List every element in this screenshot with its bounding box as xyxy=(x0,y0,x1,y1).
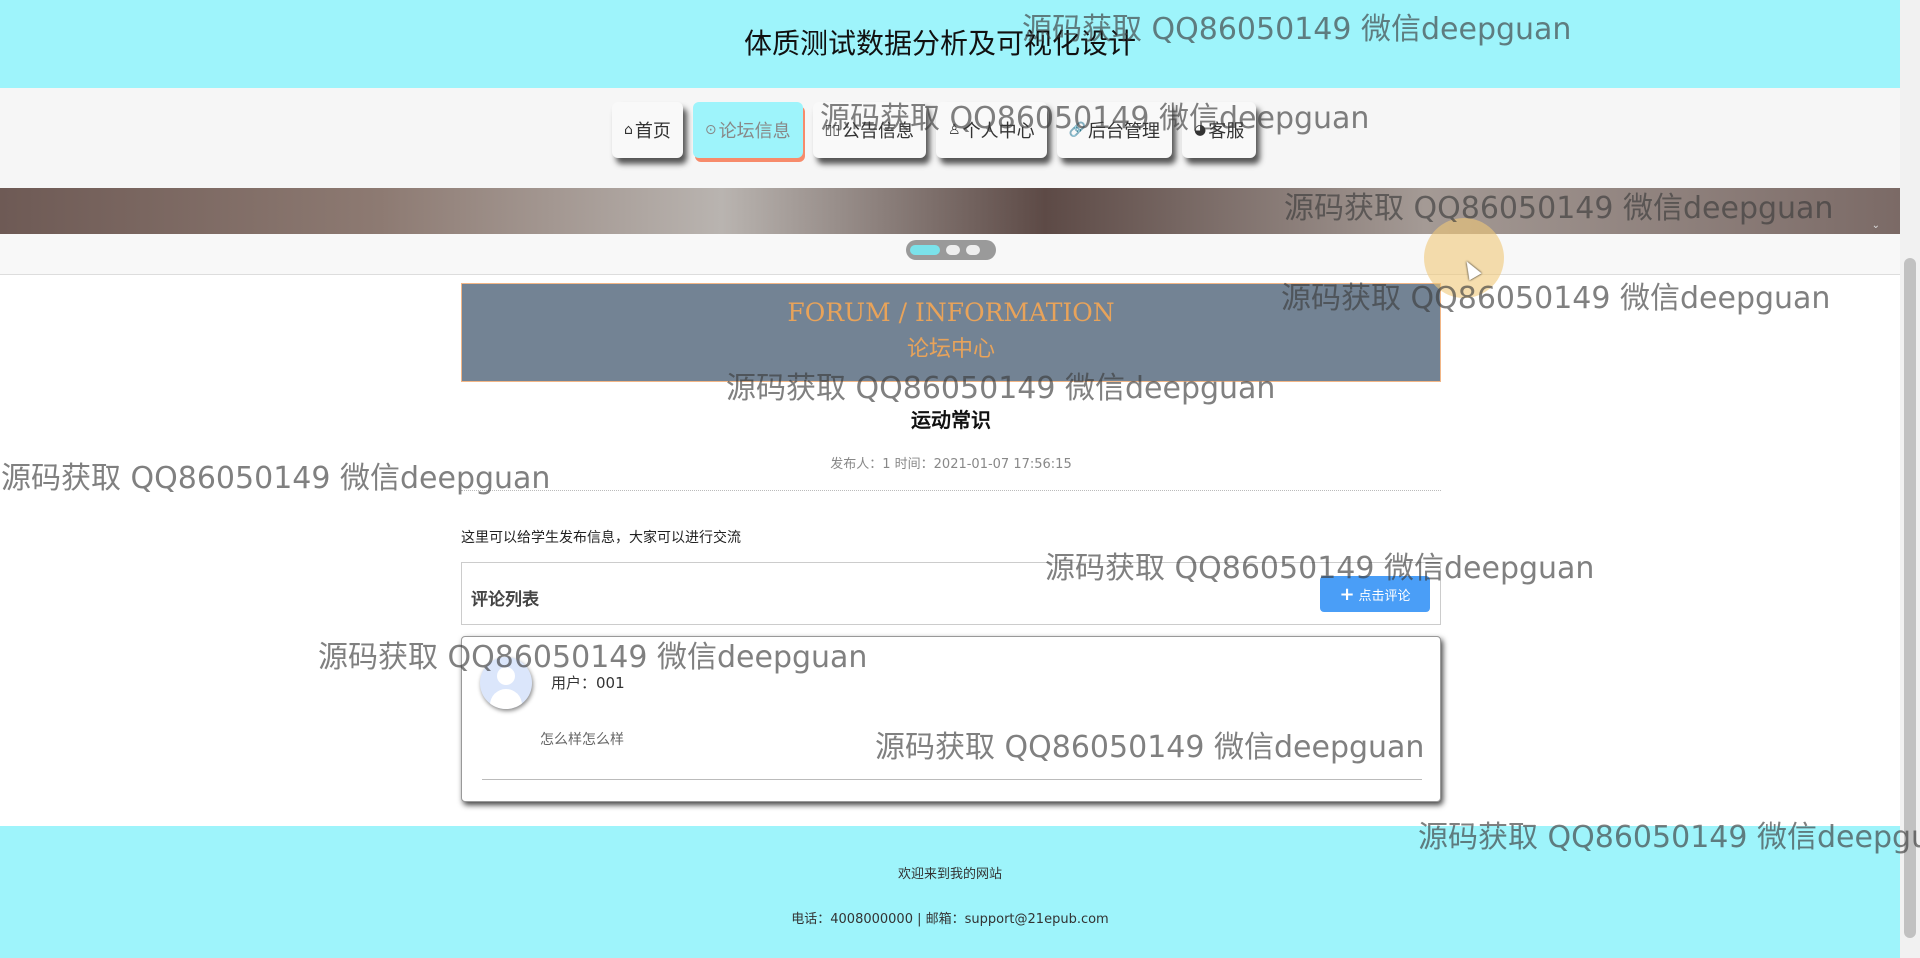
carousel-dot-3[interactable] xyxy=(966,245,980,255)
divider xyxy=(461,490,1441,491)
nav-item-label: 首页 xyxy=(634,121,671,142)
site-header: 体质测试数据分析及可视化设计 xyxy=(0,0,1900,88)
site-title: 体质测试数据分析及可视化设计 xyxy=(743,27,1136,60)
site-footer: 欢迎来到我的网站 电话：4008000000 | 邮箱：support@21ep… xyxy=(0,826,1900,958)
nav-list: ⌂ 首页 ⊙ 论坛信息 ▯▯ 公告信息 ♙ 个人中心 🔗 后台管理 ◕ 客服 xyxy=(612,102,1257,158)
avatar-body xyxy=(490,689,522,709)
carousel-dot-2[interactable] xyxy=(946,245,960,255)
scrollbar-thumb[interactable] xyxy=(1904,258,1916,938)
add-comment-label: 点击评论 xyxy=(1358,588,1411,604)
cursor-highlight xyxy=(1424,218,1504,298)
link-icon: 🔗 xyxy=(1068,122,1087,138)
footer-contact: 电话：4008000000 | 邮箱：support@21epub.com xyxy=(791,912,1109,927)
carousel-dot-1[interactable] xyxy=(910,245,940,255)
section-title-en: FORUM / INFORMATION xyxy=(787,298,1115,327)
post-content: 这里可以给学生发布信息，大家可以进行交流 xyxy=(461,530,741,546)
footer-welcome: 欢迎来到我的网站 xyxy=(897,867,1002,882)
comment-item: 用户：001 怎么样怎么样 xyxy=(461,636,1441,802)
chat-icon: ◕ xyxy=(1194,122,1207,138)
nav-item-admin[interactable]: 🔗 后台管理 xyxy=(1056,102,1173,158)
comment-user: 用户：001 xyxy=(551,674,625,692)
nav-item-label: 客服 xyxy=(1208,121,1245,142)
carousel-controls xyxy=(0,234,1900,275)
comment-list-title: 评论列表 xyxy=(471,590,539,610)
book-icon: ▯▯ xyxy=(824,122,841,138)
section-header: FORUM / INFORMATION 论坛中心 xyxy=(461,283,1441,382)
forum-icon: ⊙ xyxy=(704,122,717,138)
user-icon: ♙ xyxy=(948,122,961,138)
comment-text: 怎么样怎么样 xyxy=(540,732,624,748)
carousel-dots xyxy=(906,240,996,260)
avatar xyxy=(480,657,532,709)
nav-item-profile[interactable]: ♙ 个人中心 xyxy=(936,102,1047,158)
add-comment-button[interactable]: + 点击评论 xyxy=(1320,576,1430,612)
comment-list-header: 评论列表 + 点击评论 xyxy=(461,562,1441,625)
nav-item-label: 论坛信息 xyxy=(718,121,791,142)
nav-item-service[interactable]: ◕ 客服 xyxy=(1182,102,1257,158)
nav-item-label: 后台管理 xyxy=(1088,121,1161,142)
main-nav: ⌂ 首页 ⊙ 论坛信息 ▯▯ 公告信息 ♙ 个人中心 🔗 后台管理 ◕ 客服 xyxy=(0,88,1900,189)
nav-item-forum[interactable]: ⊙ 论坛信息 xyxy=(692,102,803,158)
post-title: 运动常识 xyxy=(911,408,991,432)
post-meta: 发布人：1 时间：2021-01-07 17:56:15 xyxy=(830,457,1072,472)
banner-image xyxy=(0,188,1900,234)
home-icon: ⌂ xyxy=(624,122,633,138)
nav-item-label: 公告信息 xyxy=(842,121,915,142)
divider xyxy=(482,779,1422,780)
chevron-down-icon[interactable]: ⌄ xyxy=(1872,220,1880,231)
plus-icon: + xyxy=(1339,583,1355,605)
avatar-head xyxy=(497,667,515,685)
scrollbar[interactable] xyxy=(1900,0,1920,958)
nav-item-label: 个人中心 xyxy=(962,121,1035,142)
section-title-cn: 论坛中心 xyxy=(906,337,995,362)
nav-item-home[interactable]: ⌂ 首页 xyxy=(612,102,683,158)
nav-item-announcements[interactable]: ▯▯ 公告信息 xyxy=(812,102,927,158)
